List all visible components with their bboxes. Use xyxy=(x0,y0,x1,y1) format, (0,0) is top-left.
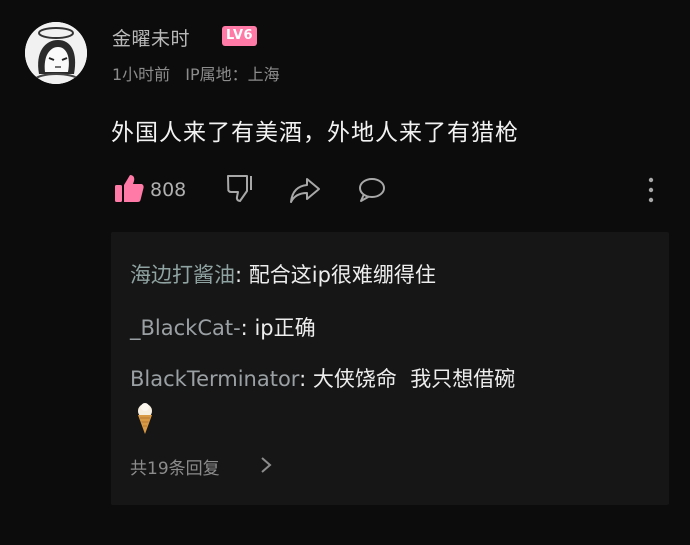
chevron-right-icon[interactable] xyxy=(259,455,273,479)
like-count: 808 xyxy=(150,179,187,201)
ip-location: IP属地：上海 xyxy=(185,65,280,84)
reply-text: ip正确 xyxy=(254,316,316,340)
reply-author[interactable]: BlackTerminator xyxy=(130,367,299,391)
replies-panel[interactable]: 海边打酱油: 配合这ip很难绷得住 _BlackCat-: ip正确 Black… xyxy=(111,232,669,505)
reply-icon[interactable] xyxy=(357,176,387,208)
ice-cream-icon xyxy=(135,402,155,440)
reply-item[interactable]: 海边打酱油: 配合这ip很难绷得住 xyxy=(130,259,436,289)
share-icon[interactable] xyxy=(288,176,322,208)
comment-card: 金曜未时 LV6 1小时前 IP属地：上海 外国人来了有美酒，外地人来了有猎枪 … xyxy=(0,0,690,545)
view-all-replies-link[interactable]: 共19条回复 xyxy=(130,454,220,479)
reply-item[interactable]: BlackTerminator: 大侠饶命 我只想借碗 xyxy=(130,363,515,393)
level-badge: LV6 xyxy=(222,26,258,46)
reply-item[interactable]: _BlackCat-: ip正确 xyxy=(130,312,316,342)
reply-colon: : xyxy=(299,367,313,391)
reply-author[interactable]: 海边打酱油 xyxy=(130,263,235,287)
avatar[interactable] xyxy=(25,22,87,84)
reply-text: 配合这ip很难绷得住 xyxy=(248,263,436,287)
reply-author[interactable]: _BlackCat- xyxy=(130,316,241,340)
dislike-icon[interactable] xyxy=(225,173,255,209)
reply-colon: : xyxy=(240,316,255,340)
comment-meta: 1小时前 IP属地：上海 xyxy=(112,61,280,85)
comment-time: 1小时前 xyxy=(112,65,171,84)
reply-colon: : xyxy=(235,263,249,287)
reply-text: 大侠饶命 我只想借碗 xyxy=(312,367,516,391)
username[interactable]: 金曜未时 xyxy=(112,24,190,51)
more-options-icon[interactable] xyxy=(646,174,656,210)
avatar-illustration xyxy=(25,22,87,84)
like-icon[interactable] xyxy=(112,172,146,210)
action-bar: 808 xyxy=(112,172,672,208)
comment-text: 外国人来了有美酒，外地人来了有猎枪 xyxy=(111,120,519,146)
